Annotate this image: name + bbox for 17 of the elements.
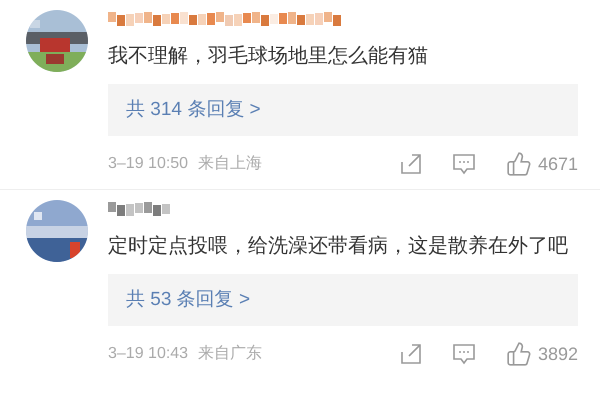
share-icon[interactable] xyxy=(400,343,422,365)
comment-time: 3–19 10:43 xyxy=(108,344,188,364)
comment-text: 我不理解，羽毛球场地里怎么能有猫 xyxy=(108,44,429,69)
like-count: 4671 xyxy=(538,152,578,176)
comment-location: 来自上海 xyxy=(198,154,262,174)
replies-link[interactable]: 共 314 条回复 > xyxy=(126,96,261,124)
pixelated-name-drawing xyxy=(108,202,171,216)
replies-link[interactable]: 共 53 条回复 > xyxy=(126,286,250,314)
thumbs-up-icon[interactable] xyxy=(506,341,532,367)
share-icon[interactable] xyxy=(400,153,422,175)
like-count: 3892 xyxy=(538,342,578,366)
comment-time: 3–19 10:50 xyxy=(108,154,188,174)
comment-icon[interactable] xyxy=(452,153,476,175)
comment-icon[interactable] xyxy=(452,343,476,365)
comment-location: 来自广东 xyxy=(198,344,262,364)
comment-text: 定时定点投喂，给洗澡还带看病，这是散养在外了吧 xyxy=(108,234,569,259)
thumbs-up-icon[interactable] xyxy=(506,151,532,177)
